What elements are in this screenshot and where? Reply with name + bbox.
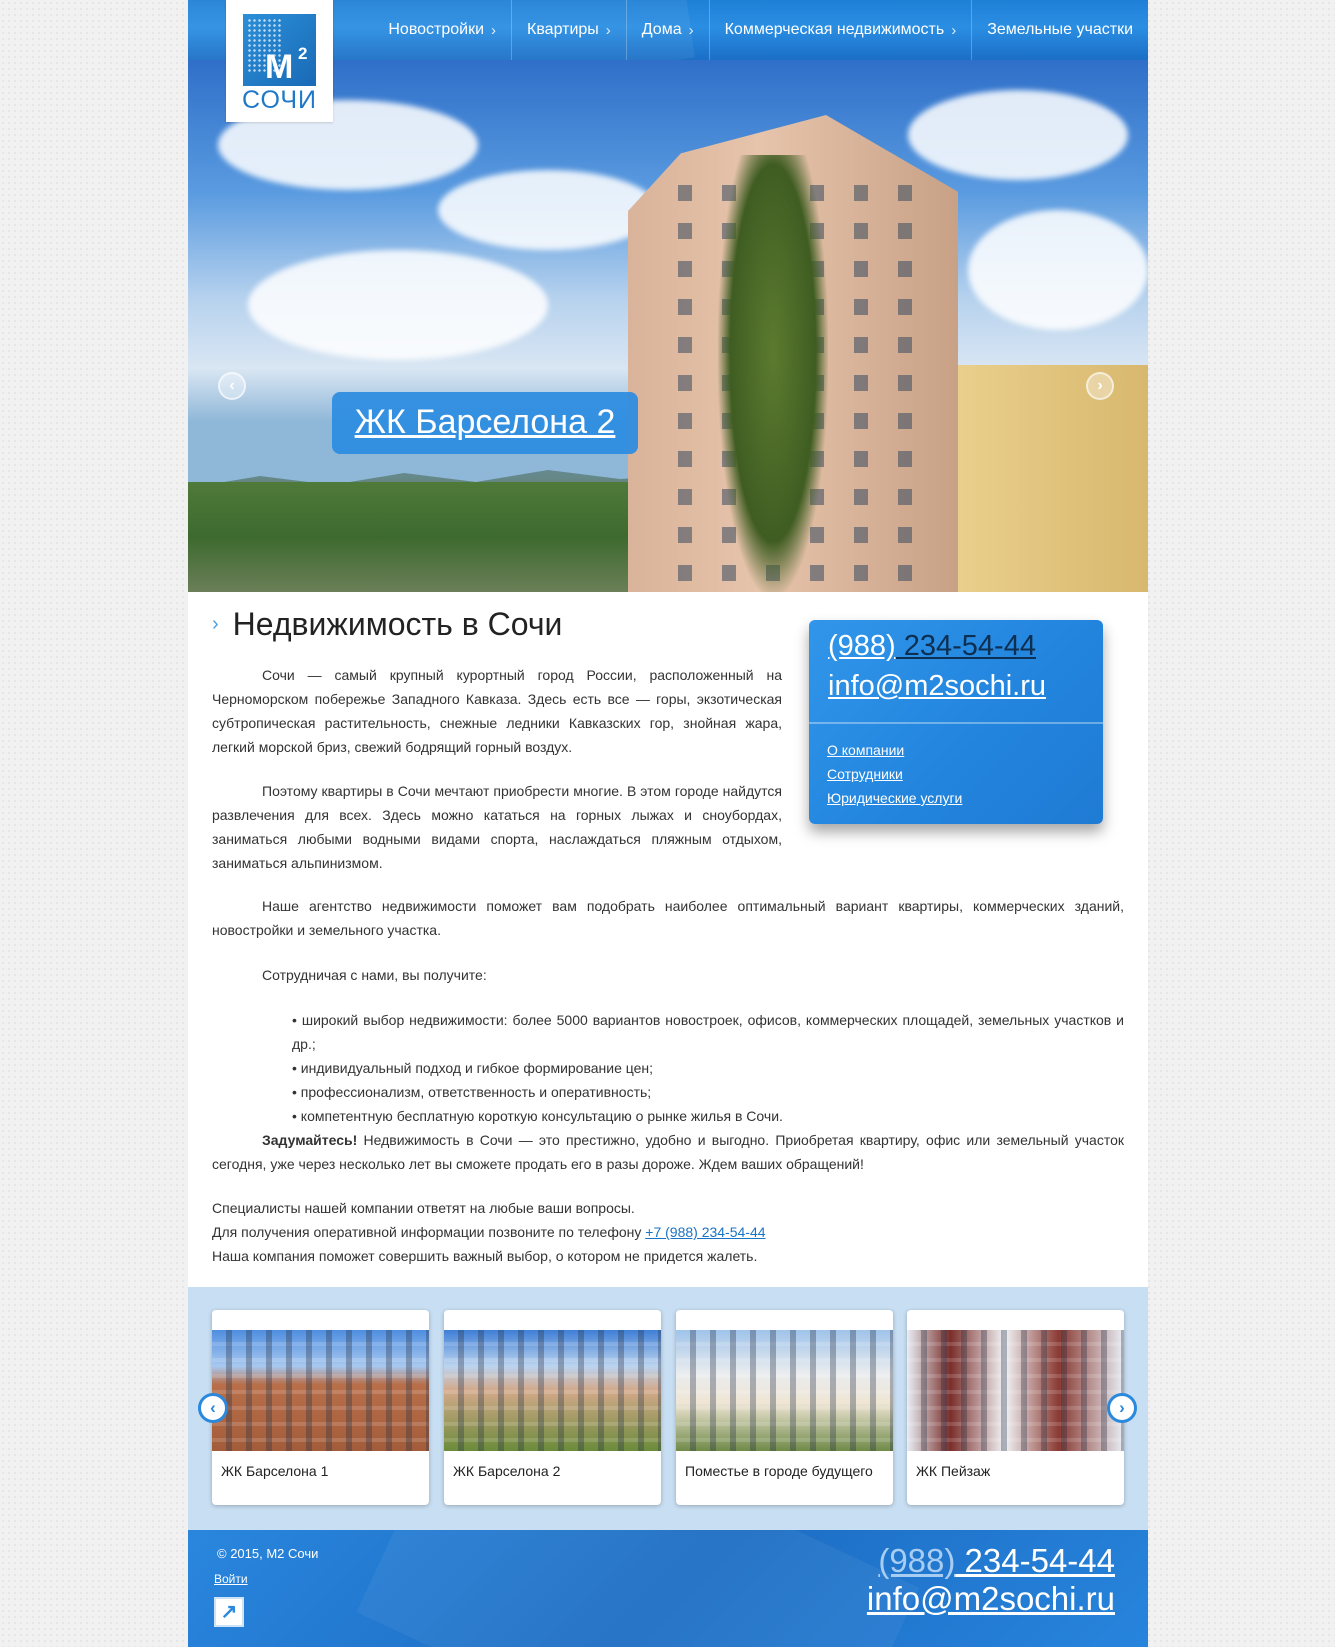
external-link-icon[interactable]: ↗	[214, 1597, 244, 1627]
hero-slider: ‹ ›	[188, 60, 1148, 592]
chevron-right-icon: ›	[951, 21, 957, 39]
nav-item-commercial[interactable]: Коммерческая недвижимость ›	[708, 0, 972, 60]
footer-phone[interactable]: (988) 234-54-44	[878, 1542, 1115, 1580]
hero-side-building	[958, 365, 1148, 592]
project-card[interactable]: ЖК Барселона 2	[444, 1310, 661, 1505]
closing-phone-link[interactable]: +7 (988) 234-54-44	[645, 1224, 765, 1240]
project-image	[907, 1330, 1124, 1451]
arrow-left-icon[interactable]: ‹	[198, 1393, 228, 1423]
building-windows	[907, 1330, 1124, 1451]
nav-item-novostroyki[interactable]: Новостройки ›	[373, 0, 511, 60]
closing-line-text: Для получения оперативной информации поз…	[212, 1224, 646, 1240]
phone-code: (988)	[878, 1542, 956, 1579]
link-about[interactable]: О компании	[827, 738, 962, 762]
cloud	[908, 90, 1128, 180]
chevron-right-icon: ›	[212, 613, 219, 635]
footer-email-link[interactable]: info@m2sochi.ru	[867, 1580, 1115, 1618]
page-title: › Недвижимость в Сочи	[212, 606, 562, 643]
link-legal[interactable]: Юридические услуги	[827, 786, 962, 810]
site-logo[interactable]: M 2 СОЧИ	[226, 0, 333, 122]
main-nav: Новостройки › Квартиры › Дома › Коммерче…	[373, 0, 1148, 60]
cloud	[248, 250, 548, 360]
think-bold: Задумайтесь!	[262, 1132, 358, 1148]
divider	[809, 722, 1103, 724]
contact-email-link[interactable]: info@m2sochi.ru	[828, 670, 1046, 703]
contact-links: О компании Сотрудники Юридические услуги	[827, 738, 962, 810]
think-paragraph: Задумайтесь! Недвижимость в Сочи — это п…	[212, 1128, 1124, 1176]
hero-tree	[718, 155, 828, 592]
project-card[interactable]: ЖК Барселона 1	[212, 1310, 429, 1505]
nav-item-kvartiry[interactable]: Квартиры ›	[511, 0, 626, 60]
list-item: • широкий выбор недвижимости: более 5000…	[292, 1012, 1124, 1052]
login-link[interactable]: Войти	[214, 1572, 248, 1586]
list-item: • профессионализм, ответственность и опе…	[292, 1084, 652, 1100]
cloud	[438, 170, 658, 250]
nav-item-label: Коммерческая недвижимость	[724, 21, 945, 38]
closing-line: Для получения оперативной информации поз…	[212, 1220, 1124, 1244]
building-windows	[444, 1330, 661, 1451]
nav-item-label: Земельные участки	[987, 21, 1133, 38]
logo-superscript: 2	[298, 44, 308, 63]
list-item: • индивидуальный подход и гибкое формиро…	[292, 1060, 654, 1076]
page: Новостройки › Квартиры › Дома › Коммерче…	[188, 0, 1148, 1647]
chevron-right-icon: ›	[491, 21, 497, 39]
logo-letter: M	[265, 48, 293, 86]
intro-paragraph-1: Сочи — самый крупный курортный город Рос…	[212, 667, 782, 755]
nav-item-label: Дома	[641, 21, 682, 38]
phone-number: 234-54-44	[955, 1542, 1115, 1579]
nav-item-label: Квартиры	[527, 21, 599, 38]
projects-carousel: ЖК Барселона 1 ЖК Барселона 2 Поместье в…	[188, 1287, 1148, 1530]
closing-line: Специалисты нашей компании ответят на лю…	[212, 1200, 635, 1216]
phone-code: (988)	[828, 630, 896, 662]
closing-text: Специалисты нашей компании ответят на лю…	[212, 1196, 1124, 1268]
building-windows	[212, 1330, 429, 1451]
project-card[interactable]: ЖК Пейзаж	[907, 1310, 1124, 1505]
cloud	[968, 210, 1148, 330]
link-staff[interactable]: Сотрудники	[827, 762, 962, 786]
logo-mark: M 2	[243, 14, 316, 86]
contact-box: (988) 234-54-44 info@m2sochi.ru О компан…	[809, 620, 1103, 824]
contact-phone[interactable]: (988) 234-54-44	[828, 630, 1036, 663]
project-title: ЖК Барселона 1	[221, 1463, 329, 1479]
page-title-text: Недвижимость в Сочи	[232, 606, 563, 642]
copyright: © 2015, М2 Сочи	[217, 1546, 319, 1561]
closing-line: Наша компания поможет совершить важный в…	[212, 1248, 758, 1264]
project-image	[444, 1330, 661, 1451]
hero-caption-link[interactable]: ЖК Барселона 2	[332, 392, 638, 454]
list-item: • компетентную бесплатную короткую консу…	[292, 1108, 783, 1124]
logo-city: СОЧИ	[241, 86, 318, 114]
nav-item-doma[interactable]: Дома ›	[625, 0, 709, 60]
chevron-right-icon: ›	[688, 21, 694, 39]
project-card[interactable]: Поместье в городе будущего	[676, 1310, 893, 1505]
chevron-right-icon: ›	[605, 21, 611, 39]
project-title: ЖК Пейзаж	[916, 1463, 991, 1479]
intro-paragraph-4: Сотрудничая с нами, вы получите:	[262, 967, 487, 983]
arrow-right-icon[interactable]: ›	[1107, 1393, 1137, 1423]
phone-number: 234-54-44	[895, 630, 1036, 662]
intro-paragraph-3: Наше агентство недвижимости поможет вам …	[212, 898, 1124, 938]
arrow-right-icon[interactable]: ›	[1086, 372, 1114, 400]
project-image	[212, 1330, 429, 1451]
project-image	[676, 1330, 893, 1451]
project-title: ЖК Барселона 2	[453, 1463, 561, 1479]
arrow-left-icon[interactable]: ‹	[218, 372, 246, 400]
nav-item-land[interactable]: Земельные участки	[971, 0, 1148, 60]
benefits-list: • широкий выбор недвижимости: более 5000…	[292, 1008, 1124, 1128]
footer: © 2015, М2 Сочи Войти ↗ (988) 234-54-44 …	[188, 1530, 1148, 1647]
building-windows	[676, 1330, 893, 1451]
project-title: Поместье в городе будущего	[685, 1463, 873, 1479]
intro-paragraph-2: Поэтому квартиры в Сочи мечтают приобрес…	[212, 783, 782, 871]
nav-item-label: Новостройки	[388, 21, 485, 38]
